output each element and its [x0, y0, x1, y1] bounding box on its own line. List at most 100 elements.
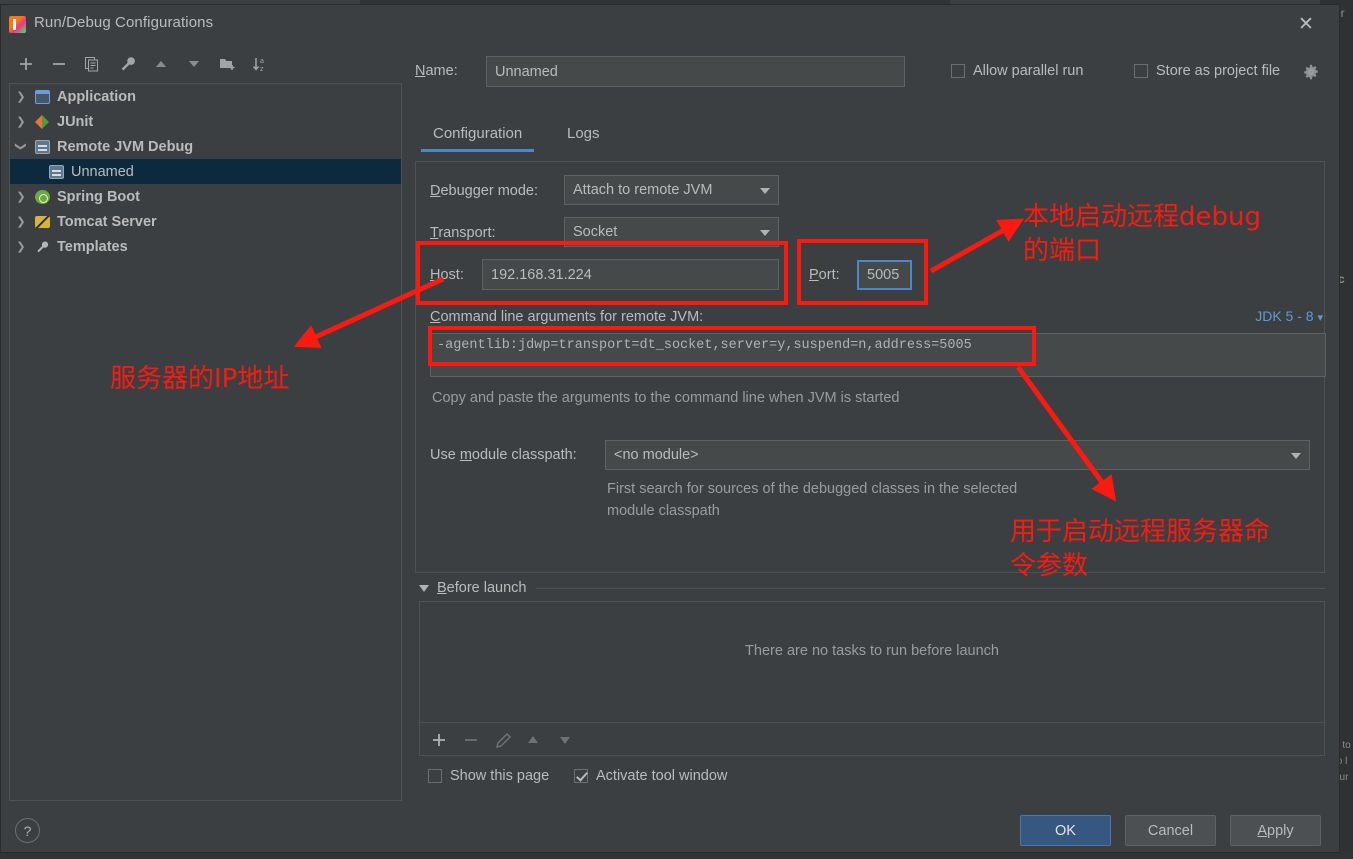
- dialog-title: Run/Debug Configurations: [34, 14, 214, 31]
- tab-configuration[interactable]: Configuration: [420, 125, 535, 152]
- intellij-idea-icon: [9, 16, 26, 33]
- junit-icon: [32, 114, 54, 130]
- move-down-icon[interactable]: [181, 51, 207, 77]
- tree-item-spring-boot[interactable]: ❯ Spring Boot: [10, 184, 401, 209]
- remove-task-icon[interactable]: [460, 729, 482, 751]
- chevron-right-icon[interactable]: ❯: [10, 90, 32, 103]
- command-line-arguments-value[interactable]: -agentlib:jdwp=transport=dt_socket,serve…: [430, 333, 1326, 377]
- tab-logs[interactable]: Logs: [567, 125, 600, 150]
- chevron-right-icon[interactable]: ❯: [10, 215, 32, 228]
- before-launch-header[interactable]: Before launch: [419, 580, 1325, 596]
- remove-icon[interactable]: [46, 51, 72, 77]
- chevron-down-icon[interactable]: ❯: [15, 136, 28, 158]
- tomcat-icon: [32, 214, 54, 230]
- tree-item-label: Application: [57, 88, 136, 105]
- close-icon[interactable]: ✕: [1295, 14, 1317, 36]
- before-launch-title: Before launch: [437, 580, 527, 596]
- debugger-mode-label: Debugger mode:: [430, 183, 539, 199]
- spring-boot-icon: [32, 189, 54, 205]
- copy-paste-hint: Copy and paste the arguments to the comm…: [432, 390, 900, 406]
- show-this-page-checkbox[interactable]: Show this page: [428, 768, 549, 784]
- port-input[interactable]: [857, 260, 912, 290]
- store-as-project-file-checkbox[interactable]: Store as project file: [1134, 63, 1280, 79]
- application-icon: [32, 89, 54, 105]
- allow-parallel-run-checkbox[interactable]: Allow parallel run: [951, 63, 1083, 79]
- chevron-down-icon: [760, 188, 770, 194]
- activate-tool-window-label: Activate tool window: [596, 768, 728, 784]
- tree-item-label: Templates: [57, 238, 128, 255]
- chevron-down-icon: ▾: [1317, 312, 1323, 324]
- tree-item-tomcat-server[interactable]: ❯ Tomcat Server: [10, 209, 401, 234]
- tree-item-label: Tomcat Server: [57, 213, 157, 230]
- tree-item-unnamed[interactable]: Unnamed: [10, 159, 401, 184]
- checkbox-box: [951, 64, 965, 78]
- dialog-titlebar: Run/Debug Configurations ✕: [1, 5, 1339, 43]
- remote-jvm-icon: [46, 164, 68, 180]
- activate-tool-window-checkbox[interactable]: Activate tool window: [574, 768, 727, 784]
- configurations-toolbar: az: [7, 51, 402, 79]
- configuration-tabs: Configuration Logs: [415, 125, 1325, 157]
- host-input[interactable]: [482, 259, 779, 290]
- before-launch-empty-text: There are no tasks to run before launch: [745, 643, 999, 659]
- show-this-page-label: Show this page: [450, 768, 550, 784]
- chevron-right-icon[interactable]: ❯: [10, 115, 32, 128]
- help-button[interactable]: ?: [15, 818, 40, 843]
- host-label: Host:: [430, 267, 464, 283]
- chevron-right-icon[interactable]: ❯: [10, 240, 32, 253]
- use-module-classpath-label: Use module classpath:: [430, 447, 577, 463]
- debugger-mode-dropdown[interactable]: Attach to remote JVM: [564, 175, 779, 205]
- move-task-up-icon[interactable]: [522, 729, 544, 751]
- cancel-button[interactable]: Cancel: [1125, 815, 1216, 846]
- checkbox-box: [1134, 64, 1148, 78]
- configurations-tree[interactable]: ❯ Application ❯ JUnit ❯ Remote JVM Debug…: [9, 83, 402, 801]
- tree-item-label: JUnit: [57, 113, 94, 130]
- transport-dropdown[interactable]: Socket: [564, 217, 779, 247]
- chevron-down-icon: [1291, 453, 1301, 459]
- divider: [536, 587, 1325, 589]
- tree-item-label: Unnamed: [71, 163, 134, 180]
- jdk-version-selector[interactable]: JDK 5 - 8 ▾: [1255, 308, 1323, 324]
- run-debug-configurations-dialog: Run/Debug Configurations ✕ a z ❯ Applica…: [0, 4, 1340, 853]
- before-launch-task-list[interactable]: There are no tasks to run before launch: [419, 601, 1325, 723]
- name-input[interactable]: [486, 56, 905, 87]
- transport-value: Socket: [573, 224, 618, 240]
- transport-label: Transport:: [430, 225, 496, 241]
- module-classpath-hint-line1: First search for sources of the debugged…: [607, 481, 1018, 497]
- chevron-down-icon: [760, 230, 770, 236]
- svg-text:a: a: [260, 58, 264, 65]
- templates-icon: [32, 239, 54, 255]
- add-icon[interactable]: [13, 51, 39, 77]
- store-as-project-file-label: Store as project file: [1156, 63, 1281, 79]
- debugger-mode-value: Attach to remote JVM: [573, 182, 713, 198]
- checkbox-box: [428, 769, 442, 783]
- sort-alphabetically-icon[interactable]: az: [247, 51, 273, 77]
- tree-item-label: Remote JVM Debug: [57, 138, 194, 155]
- port-label: Port:: [809, 267, 840, 283]
- tree-item-templates[interactable]: ❯ Templates: [10, 234, 401, 259]
- svg-text:z: z: [260, 66, 264, 72]
- name-label: Name:: [415, 63, 458, 79]
- remote-jvm-icon: [32, 139, 54, 155]
- move-task-down-icon[interactable]: [554, 729, 576, 751]
- module-classpath-value: <no module>: [614, 447, 699, 463]
- gear-icon[interactable]: [1303, 64, 1319, 85]
- edit-task-icon[interactable]: [492, 729, 514, 751]
- tree-item-junit[interactable]: ❯ JUnit: [10, 109, 401, 134]
- command-line-arguments-label: Command line arguments for remote JVM:: [430, 309, 704, 325]
- move-up-icon[interactable]: [148, 51, 174, 77]
- ok-button[interactable]: OK: [1020, 815, 1111, 846]
- collapse-triangle-icon[interactable]: [419, 584, 429, 592]
- add-task-icon[interactable]: [428, 729, 450, 751]
- copy-icon[interactable]: [79, 51, 105, 77]
- module-classpath-hint-line2: module classpath: [607, 503, 720, 519]
- tree-item-remote-jvm-debug[interactable]: ❯ Remote JVM Debug: [10, 134, 401, 159]
- tree-item-application[interactable]: ❯ Application: [10, 84, 401, 109]
- before-launch-toolbar: [419, 723, 1325, 756]
- wrench-icon[interactable]: [115, 51, 141, 77]
- checkbox-box: [574, 769, 588, 783]
- tree-item-label: Spring Boot: [57, 188, 140, 205]
- new-folder-icon[interactable]: [214, 51, 240, 77]
- chevron-right-icon[interactable]: ❯: [10, 190, 32, 203]
- apply-button[interactable]: Apply: [1230, 815, 1321, 846]
- module-classpath-dropdown[interactable]: <no module>: [605, 440, 1310, 470]
